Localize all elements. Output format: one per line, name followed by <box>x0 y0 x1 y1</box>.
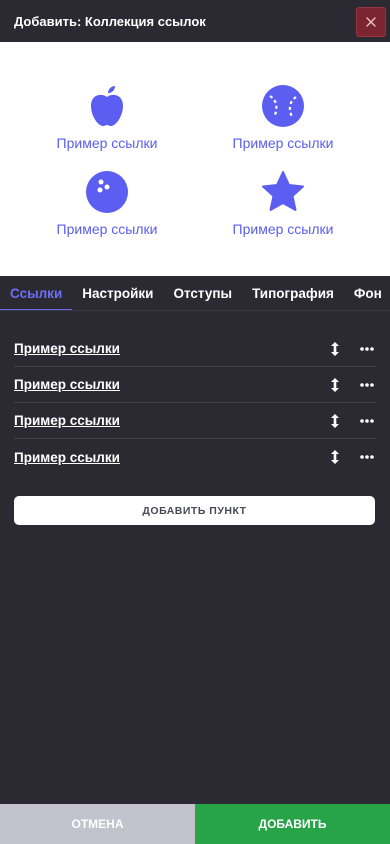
more-icon[interactable] <box>360 454 374 460</box>
settings-tabs: Ссылки Настройки Отступы Типография Фон <box>0 276 390 311</box>
links-preview: Пример ссылки Пример ссылки Пример ссылк… <box>0 42 390 276</box>
preview-link-bowling[interactable]: Пример ссылки <box>27 170 187 237</box>
apple-icon <box>91 86 123 126</box>
move-vertical-icon[interactable] <box>328 449 342 465</box>
more-icon[interactable] <box>360 346 374 352</box>
list-item: Пример ссылки <box>14 403 376 439</box>
list-item: Пример ссылки <box>14 331 376 367</box>
dialog-header: Добавить: Коллекция ссылок <box>0 0 390 42</box>
preview-link-label: Пример ссылки <box>56 135 158 151</box>
preview-link-label: Пример ссылки <box>232 135 334 151</box>
baseball-icon <box>262 85 304 127</box>
cancel-button[interactable]: ОТМЕНА <box>0 804 195 844</box>
list-item-label[interactable]: Пример ссылки <box>14 450 328 465</box>
list-item: Пример ссылки <box>14 367 376 403</box>
add-item-button[interactable]: ДОБАВИТЬ ПУНКТ <box>14 496 375 525</box>
dialog-title: Добавить: Коллекция ссылок <box>14 13 206 29</box>
preview-link-label: Пример ссылки <box>56 221 158 237</box>
move-vertical-icon[interactable] <box>328 341 342 357</box>
links-list: Пример ссылки Пример ссылки Пример ссылк… <box>14 331 376 475</box>
move-vertical-icon[interactable] <box>328 377 342 393</box>
dialog-footer: ОТМЕНА ДОБАВИТЬ <box>0 804 390 844</box>
tab-settings[interactable]: Настройки <box>72 276 163 310</box>
list-item-label[interactable]: Пример ссылки <box>14 341 328 356</box>
list-item: Пример ссылки <box>14 439 376 475</box>
preview-link-label: Пример ссылки <box>232 221 334 237</box>
more-icon[interactable] <box>360 382 374 388</box>
list-item-label[interactable]: Пример ссылки <box>14 413 328 428</box>
tab-spacing[interactable]: Отступы <box>163 276 242 310</box>
more-icon[interactable] <box>360 418 374 424</box>
preview-link-apple[interactable]: Пример ссылки <box>27 84 187 151</box>
tab-typography[interactable]: Типография <box>242 276 344 310</box>
tab-background[interactable]: Фон <box>344 276 390 310</box>
bowling-ball-icon <box>86 171 128 213</box>
close-icon <box>366 17 376 27</box>
star-icon <box>262 171 304 211</box>
close-button[interactable] <box>356 7 386 37</box>
list-item-label[interactable]: Пример ссылки <box>14 377 328 392</box>
preview-link-baseball[interactable]: Пример ссылки <box>203 84 363 151</box>
preview-link-star[interactable]: Пример ссылки <box>203 170 363 237</box>
move-vertical-icon[interactable] <box>328 413 342 429</box>
tab-links[interactable]: Ссылки <box>0 276 73 310</box>
add-button[interactable]: ДОБАВИТЬ <box>195 804 390 844</box>
